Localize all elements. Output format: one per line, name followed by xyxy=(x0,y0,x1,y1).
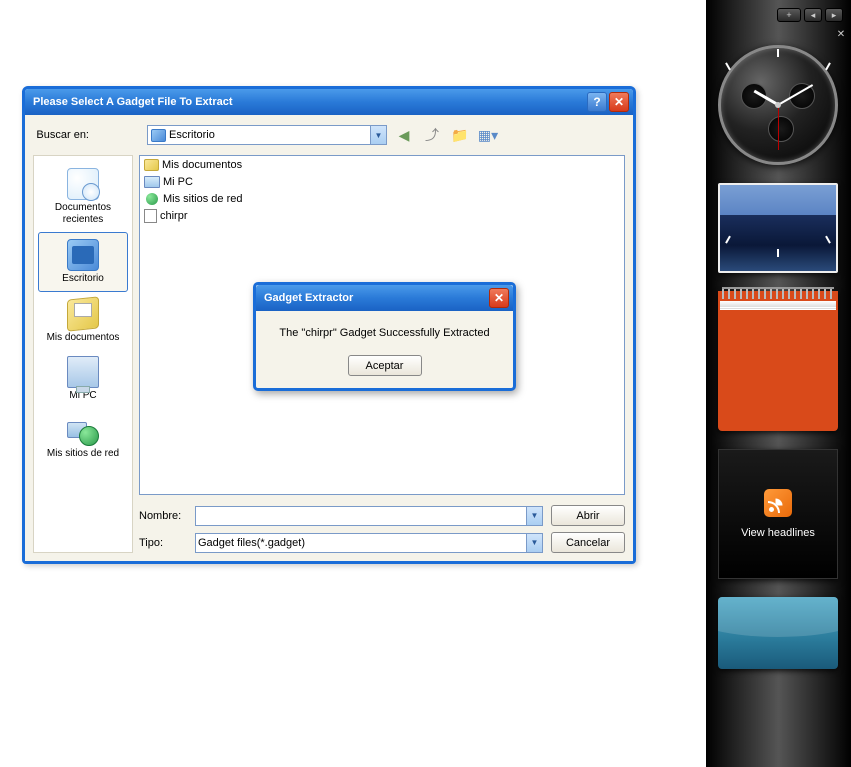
alert-titlebar[interactable]: Gadget Extractor ✕ xyxy=(256,285,513,311)
list-item[interactable]: Mis sitios de red xyxy=(140,190,624,207)
slideshow-gadget[interactable] xyxy=(718,183,838,273)
place-documents[interactable]: Mis documentos xyxy=(38,292,128,350)
back-icon[interactable]: ◀ xyxy=(393,124,415,146)
feed-gadget[interactable]: View headlines xyxy=(718,449,838,579)
cancel-button[interactable]: Cancelar xyxy=(551,532,625,553)
type-combo[interactable]: Gadget files(*.gadget) ▼ xyxy=(195,533,543,553)
ok-button[interactable]: Aceptar xyxy=(348,355,422,376)
place-network[interactable]: Mis sitios de red xyxy=(38,408,128,466)
pc-icon xyxy=(144,174,160,190)
sidebar-next-button[interactable]: ▸ xyxy=(825,8,843,22)
alert-dialog: Gadget Extractor ✕ The "chirpr" Gadget S… xyxy=(253,282,516,391)
views-icon[interactable]: ▦▾ xyxy=(477,124,499,146)
close-button[interactable]: ✕ xyxy=(609,92,629,112)
alert-close-button[interactable]: ✕ xyxy=(489,288,509,308)
search-row: Buscar en: Escritorio ▼ ◀ ⤴ 📁 ▦▾ xyxy=(33,123,625,147)
sidebar-close-icon[interactable]: ✕ xyxy=(835,28,847,40)
alert-message: The "chirpr" Gadget Successfully Extract… xyxy=(266,327,503,339)
vista-sidebar: + ◂ ▸ ✕ View headlines xyxy=(706,0,851,767)
chevron-down-icon[interactable]: ▼ xyxy=(526,534,542,552)
desktop-icon xyxy=(67,239,99,271)
gadget-file-icon xyxy=(144,209,157,223)
open-button[interactable]: Abrir xyxy=(551,505,625,526)
pc-icon xyxy=(67,356,99,388)
notepad-gadget[interactable] xyxy=(718,291,838,431)
weather-gadget[interactable] xyxy=(718,597,838,669)
documents-icon xyxy=(67,296,99,331)
places-bar: Documentos recientes Escritorio Mis docu… xyxy=(33,155,133,553)
network-icon xyxy=(144,191,160,207)
clock-gadget[interactable] xyxy=(718,45,838,165)
search-value: Escritorio xyxy=(169,129,215,141)
sidebar-gadgets: View headlines xyxy=(718,45,838,669)
dialog-titlebar[interactable]: Please Select A Gadget File To Extract ?… xyxy=(25,89,633,115)
search-label: Buscar en: xyxy=(35,129,93,141)
chevron-down-icon[interactable]: ▼ xyxy=(526,507,542,525)
sidebar-tools: + ◂ ▸ xyxy=(777,8,843,22)
alert-title: Gadget Extractor xyxy=(264,292,353,304)
type-label: Tipo: xyxy=(139,537,187,549)
list-item[interactable]: Mis documentos xyxy=(140,156,624,173)
new-folder-icon[interactable]: 📁 xyxy=(449,124,471,146)
name-input[interactable]: ▼ xyxy=(195,506,543,526)
search-combo[interactable]: Escritorio ▼ xyxy=(147,125,387,145)
dialog-title: Please Select A Gadget File To Extract xyxy=(33,96,233,108)
feed-label: View headlines xyxy=(741,527,815,539)
name-label: Nombre: xyxy=(139,510,187,522)
help-button[interactable]: ? xyxy=(587,92,607,112)
bottom-fields: Nombre: ▼ Abrir Tipo: Gadget files(*.gad… xyxy=(139,499,625,553)
place-desktop[interactable]: Escritorio xyxy=(38,232,128,292)
list-item[interactable]: Mi PC xyxy=(140,173,624,190)
rss-icon xyxy=(764,489,792,517)
list-item[interactable]: chirpr xyxy=(140,207,624,224)
folder-icon xyxy=(144,159,159,171)
up-icon[interactable]: ⤴ xyxy=(421,124,443,146)
network-icon xyxy=(67,414,99,446)
sidebar-add-button[interactable]: + xyxy=(777,8,801,22)
recent-icon xyxy=(67,168,99,200)
desktop-icon xyxy=(151,129,166,142)
place-recent[interactable]: Documentos recientes xyxy=(38,162,128,232)
place-pc[interactable]: Mi PC xyxy=(38,350,128,408)
chevron-down-icon[interactable]: ▼ xyxy=(370,126,386,144)
sidebar-prev-button[interactable]: ◂ xyxy=(804,8,822,22)
